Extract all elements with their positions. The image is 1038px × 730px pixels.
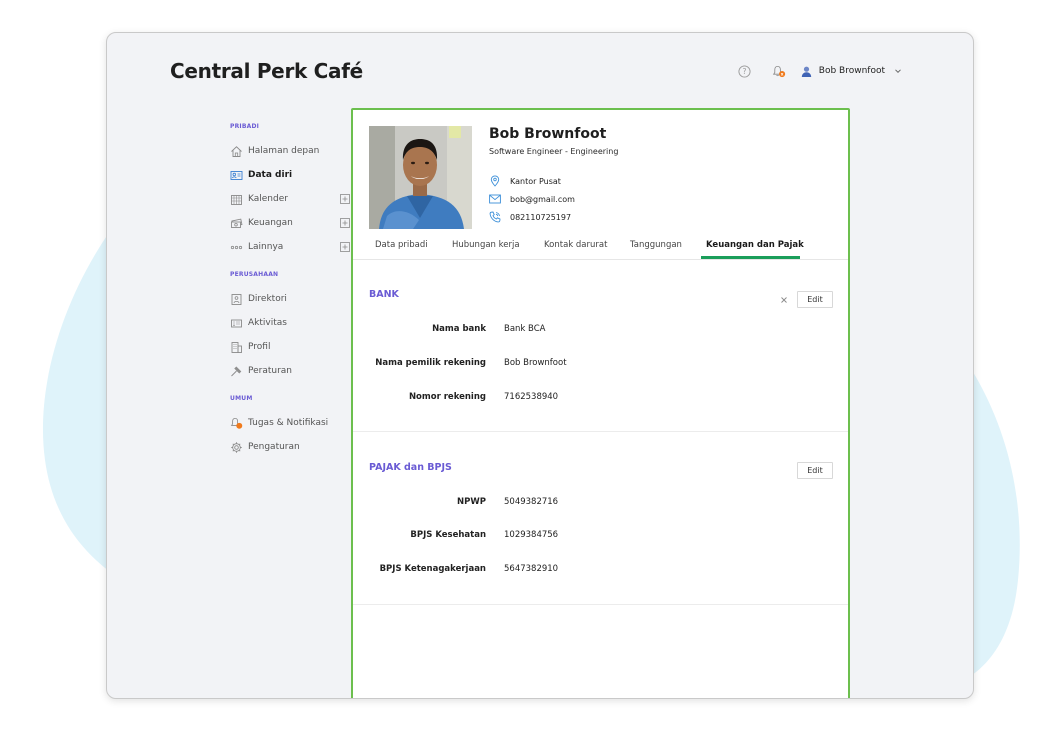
email-text[interactable]: bob@gmail.com bbox=[510, 195, 575, 204]
expand-plus-icon[interactable] bbox=[340, 242, 350, 252]
sidebar-section-title: UMUM bbox=[230, 395, 253, 402]
bank-section-title: BANK bbox=[369, 289, 399, 300]
sidebar-item-label: Kalender bbox=[248, 194, 288, 204]
phone-text[interactable]: 082110725197 bbox=[510, 213, 571, 222]
chevron-down-icon[interactable] bbox=[893, 66, 903, 76]
sidebar-item-lainnya[interactable]: Lainnya bbox=[230, 235, 350, 259]
field-value-nama-bank: Bank BCA bbox=[504, 324, 546, 334]
sidebar-item-halaman-depan[interactable]: Halaman depan bbox=[230, 139, 350, 163]
sidebar-item-label: Tugas & Notifikasi bbox=[248, 418, 329, 428]
sidebar-item-label: Direktori bbox=[248, 294, 287, 304]
tax-section: PAJAK dan BPJS Edit NPWP 5049382716 BPJS… bbox=[353, 432, 848, 605]
building-icon bbox=[230, 341, 243, 354]
phone-icon bbox=[489, 211, 501, 223]
svg-text:?: ? bbox=[743, 67, 747, 76]
user-name: Bob Brownfoot bbox=[818, 66, 885, 76]
sidebar-section-umum: UMUM Tugas & Notifikasi Pengaturan bbox=[230, 395, 350, 459]
sidebar-item-label: Data diri bbox=[248, 170, 293, 180]
sidebar-item-label: Halaman depan bbox=[248, 146, 320, 156]
tax-section-title: PAJAK dan BPJS bbox=[369, 462, 452, 473]
field-label-npwp: NPWP bbox=[457, 497, 486, 507]
user-menu[interactable]: Bob Brownfoot bbox=[800, 64, 903, 78]
field-value-npwp: 5049382716 bbox=[504, 497, 559, 507]
sidebar-item-data-diri[interactable]: Data diri bbox=[230, 163, 350, 187]
location-pin-icon bbox=[489, 175, 501, 187]
sidebar-section-title: PRIBADI bbox=[230, 123, 260, 130]
svg-text:x: x bbox=[781, 71, 784, 76]
activity-icon bbox=[230, 317, 243, 330]
gear-icon bbox=[230, 441, 243, 454]
sidebar-item-tugas-notifikasi[interactable]: Tugas & Notifikasi bbox=[230, 411, 350, 435]
sidebar-item-pengaturan[interactable]: Pengaturan bbox=[230, 435, 350, 459]
id-card-icon bbox=[230, 169, 243, 182]
sidebar-section-pribadi: PRIBADI Halaman depan Data diri Kalender… bbox=[230, 123, 350, 259]
office-row: Kantor Pusat bbox=[489, 172, 575, 190]
help-icon[interactable]: ? bbox=[738, 64, 752, 78]
profile-photo bbox=[369, 126, 472, 229]
field-value-bpjs-kesehatan: 1029384756 bbox=[504, 530, 559, 540]
sidebar-item-direktori[interactable]: Direktori bbox=[230, 287, 350, 311]
sidebar-item-label: Peraturan bbox=[248, 366, 293, 376]
sidebar-item-keuangan[interactable]: Keuangan bbox=[230, 211, 350, 235]
close-icon[interactable] bbox=[779, 295, 789, 305]
more-icon bbox=[230, 241, 243, 254]
field-label-bpjs-kesehatan: BPJS Kesehatan bbox=[410, 530, 486, 540]
field-label-nama-bank: Nama bank bbox=[432, 324, 486, 334]
sidebar-section-title: PERUSAHAAN bbox=[230, 271, 279, 278]
field-label-bpjs-ketenagakerjaan: BPJS Ketenagakerjaan bbox=[379, 564, 486, 574]
sidebar-item-label: Keuangan bbox=[248, 218, 293, 228]
email-row: bob@gmail.com bbox=[489, 190, 575, 208]
tax-edit-button[interactable]: Edit bbox=[797, 462, 833, 479]
profile-contact-info: Kantor Pusat bob@gmail.com 082110725197 bbox=[489, 172, 575, 226]
sidebar-item-label: Pengaturan bbox=[248, 442, 300, 452]
tab-hubungan-kerja[interactable]: Hubungan kerja bbox=[452, 240, 520, 250]
field-label-nomor-rekening: Nomor rekening bbox=[408, 392, 486, 402]
money-icon bbox=[230, 217, 243, 230]
sidebar-item-profil[interactable]: Profil bbox=[230, 335, 350, 359]
gavel-icon bbox=[230, 365, 243, 378]
profile-name: Bob Brownfoot bbox=[489, 126, 607, 142]
sidebar-item-label: Aktivitas bbox=[248, 318, 287, 328]
tab-kontak-darurat[interactable]: Kontak darurat bbox=[544, 240, 607, 250]
profile-tabs: Data pribadi Hubungan kerja Kontak darur… bbox=[353, 236, 848, 260]
sidebar: PRIBADI Halaman depan Data diri Kalender… bbox=[230, 123, 350, 471]
expand-plus-icon[interactable] bbox=[340, 218, 350, 228]
sidebar-item-aktivitas[interactable]: Aktivitas bbox=[230, 311, 350, 335]
tab-tanggungan[interactable]: Tanggungan bbox=[630, 240, 682, 250]
sidebar-section-perusahaan: PERUSAHAAN Direktori Aktivitas Profil Pe… bbox=[230, 271, 350, 383]
field-value-nama-pemilik-rekening: Bob Brownfoot bbox=[504, 358, 567, 368]
sidebar-item-kalender[interactable]: Kalender bbox=[230, 187, 350, 211]
field-value-bpjs-ketenagakerjaan: 5647382910 bbox=[504, 564, 559, 574]
field-value-nomor-rekening: 7162538940 bbox=[504, 392, 559, 402]
bell-icon bbox=[230, 417, 243, 430]
sidebar-item-label: Lainnya bbox=[248, 242, 284, 252]
user-avatar-icon bbox=[800, 64, 814, 78]
app-title: Central Perk Café bbox=[170, 59, 363, 83]
profile-card: Bob Brownfoot Software Engineer - Engine… bbox=[351, 108, 850, 698]
header-toolbar: ? x Bob Brownfoot bbox=[738, 64, 903, 78]
notification-bell-icon[interactable]: x bbox=[772, 64, 786, 78]
expand-plus-icon[interactable] bbox=[340, 194, 350, 204]
sidebar-item-label: Profil bbox=[248, 342, 271, 352]
bank-section: BANK Edit Nama bank Bank BCA Nama pemili… bbox=[353, 261, 848, 432]
phone-row: 082110725197 bbox=[489, 208, 575, 226]
home-icon bbox=[230, 145, 243, 158]
sidebar-item-peraturan[interactable]: Peraturan bbox=[230, 359, 350, 383]
directory-icon bbox=[230, 293, 243, 306]
tab-keuangan-dan-pajak[interactable]: Keuangan dan Pajak bbox=[706, 240, 804, 250]
profile-role: Software Engineer - Engineering bbox=[489, 147, 619, 156]
active-tab-indicator bbox=[701, 256, 800, 259]
office-text: Kantor Pusat bbox=[510, 176, 561, 186]
bank-edit-button[interactable]: Edit bbox=[797, 291, 833, 308]
field-label-nama-pemilik-rekening: Nama pemilik rekening bbox=[375, 358, 486, 368]
tab-data-pribadi[interactable]: Data pribadi bbox=[375, 240, 428, 250]
calendar-icon bbox=[230, 193, 243, 206]
app-window: Central Perk Café ? x Bob Brownfoot PRIB… bbox=[106, 32, 974, 699]
mail-icon bbox=[489, 193, 501, 205]
